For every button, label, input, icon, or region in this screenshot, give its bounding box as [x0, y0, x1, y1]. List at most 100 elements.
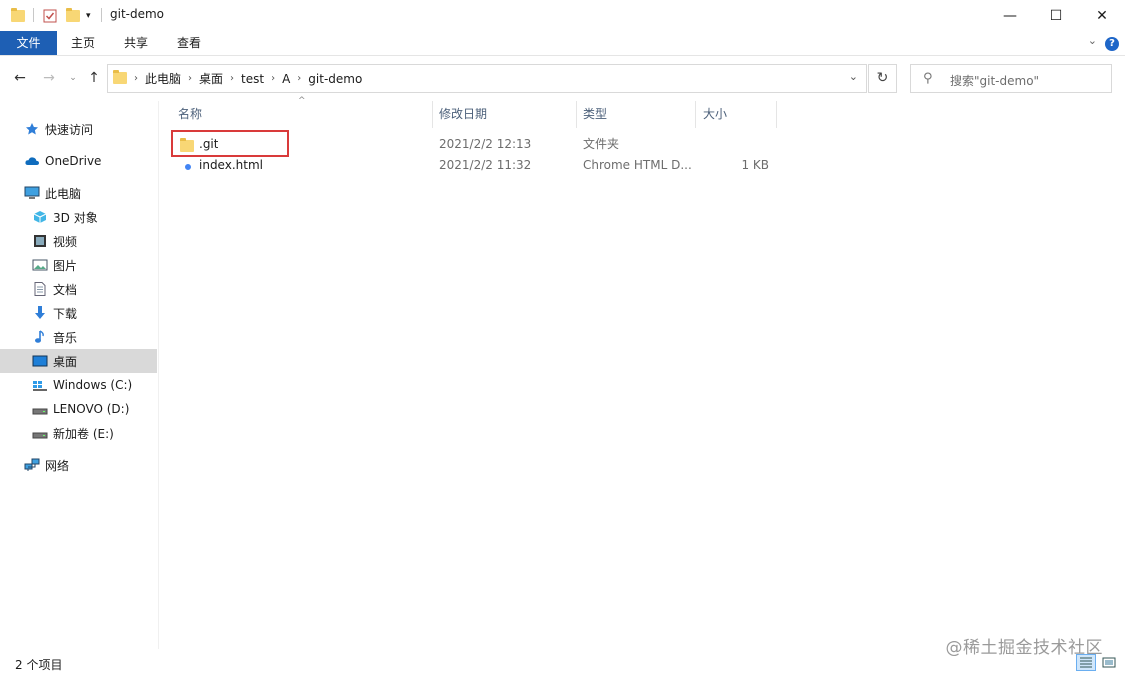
picture-icon [32, 258, 48, 272]
drive-icon [32, 426, 48, 440]
help-icon[interactable]: ? [1105, 37, 1119, 51]
expand-ribbon-icon[interactable]: ⌄ [1088, 34, 1097, 47]
close-button[interactable]: ✕ [1079, 0, 1125, 31]
chevron-right-icon[interactable]: › [132, 73, 140, 84]
refresh-button[interactable]: ↻ [868, 64, 897, 93]
breadcrumb: › 此电脑 › 桌面 › test › A › git-demo [132, 65, 367, 92]
sidebar-item-pictures[interactable]: 图片 [0, 253, 157, 277]
new-folder-icon[interactable] [66, 7, 80, 25]
chevron-right-icon[interactable]: › [295, 73, 303, 84]
sidebar-item-drive-e[interactable]: 新加卷 (E:) [0, 421, 157, 445]
sidebar-item-label: 新加卷 (E:) [53, 426, 114, 441]
sidebar-item-downloads[interactable]: 下载 [0, 301, 157, 325]
item-count: 2 个项目 [15, 658, 63, 672]
ribbon-tabs: 文件 主页 共享 查看 ⌄ ? [0, 31, 1125, 56]
sidebar-item-music[interactable]: 音乐 [0, 325, 157, 349]
recent-locations-icon[interactable]: ⌄ [64, 69, 82, 87]
sidebar-item-label: LENOVO (D:) [53, 402, 130, 416]
status-bar: 2 个项目 @稀土掘金技术社区 [0, 638, 1125, 676]
back-arrow-icon[interactable]: ← [11, 69, 29, 87]
cube-icon [32, 210, 48, 224]
sidebar-item-this-pc[interactable]: 此电脑 [0, 181, 157, 205]
tab-file[interactable]: 文件 [0, 31, 57, 55]
window-title: git-demo [110, 7, 165, 21]
file-list: ^ 名称 修改日期 类型 大小 .git 2021/2/2 12:13 文件夹 … [160, 96, 1125, 649]
sidebar-item-label: 快速访问 [45, 122, 94, 137]
breadcrumb-this-pc[interactable]: 此电脑 [140, 70, 186, 87]
sidebar-item-drive-c[interactable]: Windows (C:) [0, 373, 157, 397]
sidebar-item-label: 音乐 [53, 330, 78, 345]
forward-arrow-icon[interactable]: → [40, 69, 58, 87]
sidebar-item-label: 视频 [53, 234, 78, 249]
sidebar-item-documents[interactable]: 文档 [0, 277, 157, 301]
chevron-down-icon[interactable]: ⌄ [849, 70, 858, 83]
drive-icon [32, 402, 48, 416]
file-date: 2021/2/2 12:13 [439, 137, 532, 151]
file-size: 1 KB [741, 158, 769, 172]
divider [33, 8, 34, 22]
chevron-right-icon[interactable]: › [228, 73, 236, 84]
file-size [700, 134, 769, 155]
cloud-icon [24, 154, 40, 168]
column-header-type[interactable]: 类型 [565, 101, 695, 128]
sidebar-item-label: 桌面 [53, 354, 78, 369]
divider [101, 8, 102, 22]
customize-toolbar-icon[interactable]: ▾ [86, 7, 91, 25]
tab-home[interactable]: 主页 [61, 31, 105, 55]
folder-icon [113, 70, 127, 84]
desktop-icon [32, 354, 48, 368]
breadcrumb-git-demo[interactable]: git-demo [303, 72, 367, 86]
highlight-box [171, 130, 289, 157]
navigation-pane: 快速访问 OneDrive 此电脑 3D 对象 视频 图片 文档 下载 音乐 桌… [0, 101, 159, 649]
properties-icon[interactable] [43, 7, 57, 25]
sidebar-item-drive-d[interactable]: LENOVO (D:) [0, 397, 157, 421]
address-bar[interactable]: › 此电脑 › 桌面 › test › A › git-demo ⌄ [107, 64, 867, 93]
column-header-date[interactable]: 修改日期 [421, 101, 576, 128]
download-icon [32, 306, 48, 320]
sidebar-item-desktop[interactable]: 桌面 [0, 349, 157, 373]
chevron-right-icon[interactable]: › [269, 73, 277, 84]
file-date: 2021/2/2 11:32 [439, 158, 532, 172]
large-icons-view-icon[interactable] [1099, 654, 1119, 671]
tab-view[interactable]: 查看 [167, 31, 211, 55]
file-type: Chrome HTML D... [583, 158, 692, 172]
sidebar-item-videos[interactable]: 视频 [0, 229, 157, 253]
sidebar-item-label: 网络 [45, 458, 70, 473]
maximize-button[interactable]: ☐ [1033, 0, 1079, 31]
sidebar-item-label: 3D 对象 [53, 210, 98, 225]
sidebar-item-label: Windows (C:) [53, 378, 133, 392]
column-header-name[interactable]: 名称 [160, 101, 432, 128]
sidebar-item-network[interactable]: 网络 [0, 453, 157, 477]
column-header-size[interactable]: 大小 [685, 101, 776, 128]
search-placeholder: 搜索"git-demo" [950, 74, 1040, 88]
sidebar-item-label: 下载 [53, 306, 78, 321]
chevron-right-icon[interactable]: › [186, 73, 194, 84]
sidebar-item-label: OneDrive [45, 154, 102, 168]
search-input[interactable]: ⚲ 搜索"git-demo" [910, 64, 1112, 93]
network-icon [24, 458, 40, 472]
breadcrumb-desktop[interactable]: 桌面 [194, 70, 228, 87]
minimize-button[interactable]: — [987, 0, 1033, 31]
breadcrumb-test[interactable]: test [236, 72, 269, 86]
tab-share[interactable]: 共享 [114, 31, 158, 55]
navigation-bar: ← → ⌄ ↑ › 此电脑 › 桌面 › test › A › git-demo… [0, 57, 1125, 101]
folder-icon [11, 7, 25, 25]
title-bar: ▾ git-demo — ☐ ✕ [0, 0, 1125, 31]
sidebar-item-label: 此电脑 [45, 186, 82, 201]
sidebar-item-quick-access[interactable]: 快速访问 [0, 117, 157, 141]
computer-icon [24, 186, 40, 200]
sidebar-item-3d-objects[interactable]: 3D 对象 [0, 205, 157, 229]
sidebar-item-label: 图片 [53, 258, 78, 273]
file-name: index.html [199, 158, 263, 172]
search-icon: ⚲ [923, 71, 933, 86]
up-arrow-icon[interactable]: ↑ [85, 69, 103, 87]
video-icon [32, 234, 48, 248]
star-icon [24, 122, 40, 136]
details-view-icon[interactable] [1076, 654, 1096, 671]
sidebar-item-label: 文档 [53, 282, 78, 297]
column-divider[interactable] [776, 101, 777, 128]
file-row-index-html[interactable]: index.html 2021/2/2 11:32 Chrome HTML D.… [160, 155, 780, 176]
windows-drive-icon [32, 378, 48, 392]
sidebar-item-onedrive[interactable]: OneDrive [0, 149, 157, 173]
breadcrumb-a[interactable]: A [277, 72, 295, 86]
